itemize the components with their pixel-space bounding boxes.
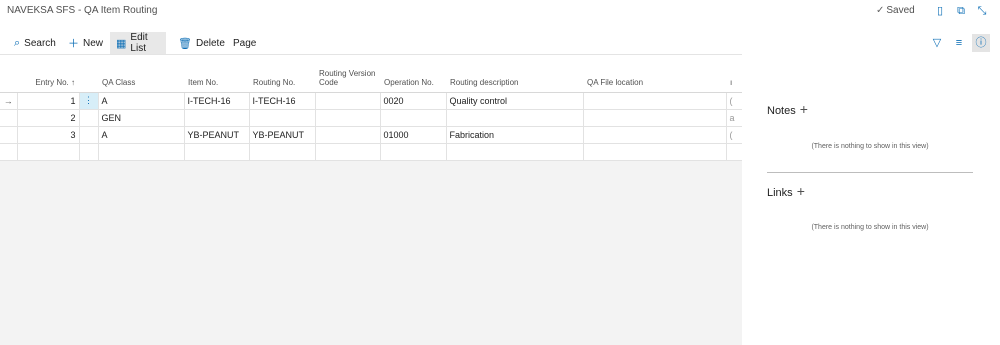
- delete-button[interactable]: 🗑 Delete: [172, 32, 231, 54]
- links-empty-text: (There is nothing to show in this view): [811, 224, 929, 231]
- col-qa-class[interactable]: QA Class: [98, 62, 184, 93]
- cell-routing-description[interactable]: Quality control: [445, 91, 584, 110]
- factbox-divider: [767, 172, 973, 173]
- new-row[interactable]: [0, 142, 743, 161]
- header-arrow: [0, 62, 17, 93]
- col-qa-file-location[interactable]: QA File location: [583, 62, 726, 93]
- add-link-icon[interactable]: +: [797, 183, 805, 199]
- cell-truncated: a: [725, 108, 743, 127]
- col-entry-no[interactable]: Entry No. ↑: [17, 62, 79, 93]
- cell-operation-no[interactable]: 01000: [379, 125, 447, 144]
- list-view-icon[interactable]: ≡: [950, 34, 968, 52]
- cell-qa-class[interactable]: [97, 142, 185, 161]
- page-title: NAVEKSA SFS - QA Item Routing: [7, 5, 158, 16]
- cell-qa-class[interactable]: A: [97, 125, 185, 144]
- cell-routing-description[interactable]: [445, 142, 584, 161]
- cell-item-no[interactable]: YB-PEANUT: [183, 125, 250, 144]
- cell-entry-no[interactable]: 1: [16, 91, 80, 110]
- cell-routing-no[interactable]: [248, 142, 316, 161]
- notes-header[interactable]: Notes +: [767, 101, 808, 117]
- cell-routing-no[interactable]: [248, 108, 316, 127]
- links-title: Links: [767, 187, 793, 199]
- cell-entry-no[interactable]: 3: [16, 125, 80, 144]
- info-pane-icon[interactable]: ⓘ: [972, 34, 990, 52]
- row-actions[interactable]: [78, 142, 99, 161]
- cell-truncated: [725, 142, 743, 161]
- row-actions-icon[interactable]: ⋮: [78, 91, 99, 110]
- header-menu: [79, 62, 98, 93]
- cell-item-no[interactable]: [183, 142, 250, 161]
- check-icon: ✓: [876, 5, 885, 16]
- cell-routing-no[interactable]: YB-PEANUT: [248, 125, 316, 144]
- delete-label: Delete: [195, 37, 225, 49]
- add-note-icon[interactable]: +: [800, 101, 808, 117]
- current-row-arrow-icon: →: [0, 91, 18, 110]
- filter-icon[interactable]: ▽: [928, 34, 946, 52]
- trash-icon: 🗑: [178, 37, 192, 50]
- new-button[interactable]: ＋ New: [62, 32, 109, 54]
- toolbar-divider: [0, 54, 742, 55]
- cell-operation-no[interactable]: [379, 108, 447, 127]
- table-row[interactable]: 3 A YB-PEANUT YB-PEANUT 01000 Fabricatio…: [0, 125, 743, 144]
- saved-label: Saved: [886, 5, 915, 16]
- cell-entry-no[interactable]: [16, 142, 80, 161]
- factbox-pane: Notes + (There is nothing to show in this…: [742, 54, 1000, 345]
- notes-empty-text: (There is nothing to show in this view): [811, 143, 929, 150]
- saved-status: ✓ Saved: [876, 5, 915, 16]
- cell-routing-description[interactable]: Fabrication: [445, 125, 584, 144]
- search-icon: ⌕: [14, 36, 21, 49]
- cell-item-no[interactable]: [183, 108, 250, 127]
- search-button[interactable]: ⌕ Search: [8, 32, 62, 54]
- edit-list-button[interactable]: ▦ Edit List: [110, 32, 166, 54]
- col-operation-no[interactable]: Operation No.: [380, 62, 446, 93]
- title-bar: NAVEKSA SFS - QA Item Routing ✓ Saved ▯ ⧉…: [0, 0, 1000, 24]
- col-routing-version-code[interactable]: Routing Version Code: [315, 62, 380, 93]
- cell-routing-version-code[interactable]: [314, 142, 381, 161]
- cell-qa-file-location[interactable]: [582, 91, 727, 110]
- header-row: Entry No. ↑ QA Class Item No. Routing No…: [0, 62, 742, 93]
- cell-entry-no[interactable]: 2: [16, 108, 80, 127]
- cell-operation-no[interactable]: 0020: [379, 91, 447, 110]
- cell-qa-class[interactable]: GEN: [97, 108, 185, 127]
- cell-routing-no[interactable]: I-TECH-16: [248, 91, 316, 110]
- collapse-icon[interactable]: ⤡: [975, 4, 989, 18]
- page-label: Page: [233, 37, 257, 49]
- col-truncated: ı: [726, 62, 742, 93]
- edit-list-icon: ▦: [116, 37, 127, 50]
- links-header[interactable]: Links +: [767, 183, 805, 199]
- plus-icon: ＋: [68, 38, 79, 50]
- open-new-window-icon[interactable]: ⧉: [954, 4, 968, 18]
- col-item-no[interactable]: Item No.: [184, 62, 249, 93]
- row-indicator: [0, 108, 18, 127]
- notes-title: Notes: [767, 105, 796, 117]
- col-routing-no[interactable]: Routing No.: [249, 62, 315, 93]
- edit-list-label: Edit List: [130, 32, 148, 54]
- row-actions[interactable]: [78, 125, 99, 144]
- cell-qa-class[interactable]: A: [97, 91, 185, 110]
- row-indicator: [0, 142, 18, 161]
- cell-truncated: (: [725, 91, 743, 110]
- cell-qa-file-location[interactable]: [582, 142, 727, 161]
- cell-qa-file-location[interactable]: [582, 125, 727, 144]
- qa-routing-list: Entry No. ↑ QA Class Item No. Routing No…: [0, 62, 743, 161]
- action-bar: ⌕ Search ＋ New ▦ Edit List 🗑 Delete Page ▽ ≡…: [0, 32, 1000, 54]
- cell-routing-version-code[interactable]: [314, 91, 381, 110]
- page-menu[interactable]: Page: [227, 32, 262, 54]
- cell-truncated: (: [725, 125, 743, 144]
- cell-routing-version-code[interactable]: [314, 125, 381, 144]
- table-row[interactable]: 2 GEN a: [0, 108, 743, 127]
- table-row[interactable]: → 1 ⋮ A I-TECH-16 I-TECH-16 0020 Quality…: [0, 91, 743, 110]
- cell-item-no[interactable]: I-TECH-16: [183, 91, 250, 110]
- bookmark-icon[interactable]: ▯: [933, 4, 947, 18]
- cell-routing-version-code[interactable]: [314, 108, 381, 127]
- col-routing-description[interactable]: Routing description: [446, 62, 583, 93]
- row-actions[interactable]: [78, 108, 99, 127]
- row-indicator: [0, 125, 18, 144]
- cell-operation-no[interactable]: [379, 142, 447, 161]
- cell-qa-file-location[interactable]: [582, 108, 727, 127]
- search-label: Search: [24, 37, 56, 49]
- new-label: New: [83, 37, 104, 49]
- cell-routing-description[interactable]: [445, 108, 584, 127]
